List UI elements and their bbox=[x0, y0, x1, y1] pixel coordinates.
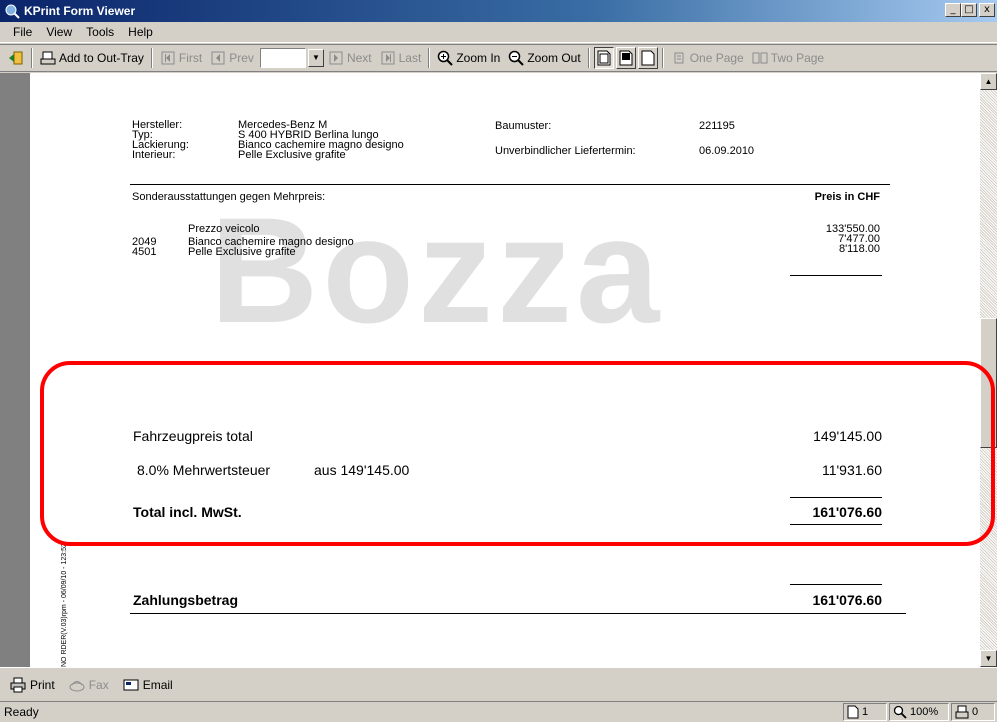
menu-file[interactable]: File bbox=[6, 25, 39, 39]
prev-page-label: Prev bbox=[229, 51, 254, 65]
magnifier-icon bbox=[893, 705, 907, 719]
fit-page-button[interactable] bbox=[593, 47, 614, 69]
status-bar: Ready 1 100% 0 bbox=[0, 701, 997, 722]
item-price: 8'118.00 bbox=[838, 243, 880, 255]
subtotal-rule bbox=[790, 275, 882, 276]
toolbar-separator bbox=[150, 48, 153, 68]
preis-header: Preis in CHF bbox=[814, 191, 880, 203]
item-desc: Pelle Exclusive grafite bbox=[188, 246, 296, 258]
status-text: Ready bbox=[4, 705, 39, 719]
page-number-input[interactable] bbox=[259, 48, 306, 68]
label-liefertermin: Unverbindlicher Liefertermin: bbox=[495, 145, 636, 157]
sonder-header: Sonderausstattungen gegen Mehrpreis: bbox=[132, 191, 326, 203]
print-label: Print bbox=[30, 677, 55, 692]
email-icon bbox=[123, 679, 139, 690]
zoom-indicator: 100% bbox=[889, 703, 949, 721]
document-viewport: Bozza Hersteller: Typ: Lackierung: Inter… bbox=[0, 73, 997, 667]
maximize-button[interactable]: □ bbox=[961, 3, 977, 17]
zoom-level: 100% bbox=[910, 706, 939, 718]
first-page-icon bbox=[161, 51, 175, 65]
minimize-button[interactable]: _ bbox=[945, 3, 961, 17]
value-baumuster: 221195 bbox=[699, 120, 735, 132]
next-page-icon bbox=[329, 51, 343, 65]
zahlung-value: 161'076.60 bbox=[812, 592, 882, 608]
printer-icon bbox=[10, 677, 26, 692]
item-desc: Prezzo veicolo bbox=[188, 223, 260, 235]
fit-width-icon bbox=[619, 50, 633, 66]
zoom-out-button[interactable]: Zoom Out bbox=[504, 47, 584, 69]
last-page-button[interactable]: Last bbox=[376, 47, 426, 69]
actual-size-button[interactable] bbox=[637, 47, 658, 69]
page-indicator: 1 bbox=[843, 703, 887, 721]
divider bbox=[130, 184, 890, 185]
page-icon bbox=[847, 705, 859, 719]
menu-help[interactable]: Help bbox=[121, 25, 160, 39]
first-page-label: First bbox=[178, 51, 203, 65]
print-button[interactable]: Print bbox=[10, 677, 55, 693]
close-button[interactable]: x bbox=[979, 3, 995, 17]
label-baumuster: Baumuster: bbox=[495, 120, 552, 132]
zahlung-label: Zahlungsbetrag bbox=[133, 592, 239, 608]
value-liefertermin: 06.09.2010 bbox=[699, 145, 755, 157]
app-icon bbox=[5, 4, 20, 19]
side-print-code: NO RDER(V.03)rpm - 06/09/10 - 123:52 bbox=[61, 543, 68, 667]
zoom-out-icon bbox=[509, 50, 525, 66]
prev-page-icon bbox=[211, 51, 225, 65]
two-page-icon bbox=[752, 52, 768, 64]
zoom-out-label: Zoom Out bbox=[527, 51, 581, 65]
email-label: Email bbox=[142, 677, 173, 692]
page-dropdown-button[interactable]: ▼ bbox=[307, 49, 324, 67]
value-interieur: Pelle Exclusive grafite bbox=[238, 149, 346, 161]
email-button[interactable]: Email bbox=[123, 677, 173, 693]
next-page-button[interactable]: Next bbox=[324, 47, 376, 69]
exit-icon bbox=[9, 51, 23, 65]
add-to-out-tray-button[interactable]: Add to Out-Tray bbox=[36, 47, 148, 69]
fax-button[interactable]: Fax bbox=[69, 677, 109, 693]
two-page-button[interactable]: Two Page bbox=[748, 47, 828, 69]
scroll-up-button[interactable]: ▲ bbox=[980, 73, 997, 90]
page-number: 1 bbox=[862, 706, 869, 718]
one-page-label: One Page bbox=[689, 51, 744, 65]
highlight-annotation bbox=[40, 361, 995, 546]
toolbar-separator bbox=[31, 48, 33, 68]
scroll-down-button[interactable]: ▼ bbox=[980, 650, 997, 667]
add-to-out-tray-label: Add to Out-Tray bbox=[59, 51, 144, 65]
tray-count: 0 bbox=[972, 706, 979, 718]
action-bar: Print Fax Email bbox=[0, 667, 997, 701]
prev-page-button[interactable]: Prev bbox=[206, 47, 258, 69]
exit-button[interactable] bbox=[4, 47, 28, 69]
toolbar-separator bbox=[661, 48, 664, 68]
item-code: 4501 bbox=[132, 246, 157, 258]
next-page-label: Next bbox=[346, 51, 372, 65]
menu-tools[interactable]: Tools bbox=[79, 25, 121, 39]
toolbar: Add to Out-Tray First Prev ▼ Next Last Z… bbox=[0, 44, 997, 72]
zoom-in-label: Zoom In bbox=[456, 51, 501, 65]
first-page-button[interactable]: First bbox=[156, 47, 206, 69]
menu-bar: File View Tools Help bbox=[0, 22, 997, 43]
fax-icon bbox=[69, 680, 85, 691]
last-page-icon bbox=[381, 51, 395, 65]
zoom-in-button[interactable]: Zoom In bbox=[433, 47, 504, 69]
title-bar: KPrint Form Viewer _ □ x bbox=[0, 0, 997, 22]
one-page-button[interactable]: One Page bbox=[667, 47, 748, 69]
zahlung-underline bbox=[130, 613, 906, 614]
toolbar-separator bbox=[428, 48, 431, 68]
menu-view[interactable]: View bbox=[39, 25, 79, 39]
watermark: Bozza bbox=[210, 186, 664, 354]
one-page-icon bbox=[674, 52, 684, 64]
window-title: KPrint Form Viewer bbox=[24, 4, 136, 18]
tray-indicator: 0 bbox=[951, 703, 995, 721]
fit-page-icon bbox=[597, 50, 611, 66]
zahlung-rule bbox=[790, 584, 882, 585]
last-page-label: Last bbox=[398, 51, 422, 65]
fax-label: Fax bbox=[88, 677, 109, 692]
two-page-label: Two Page bbox=[770, 51, 825, 65]
tray-icon bbox=[955, 705, 969, 719]
tray-icon bbox=[40, 51, 56, 65]
fit-width-button[interactable] bbox=[615, 47, 636, 69]
page-icon bbox=[641, 50, 655, 66]
label-interieur: Interieur: bbox=[132, 149, 176, 161]
toolbar-separator bbox=[587, 48, 590, 68]
zoom-in-icon bbox=[438, 50, 454, 66]
